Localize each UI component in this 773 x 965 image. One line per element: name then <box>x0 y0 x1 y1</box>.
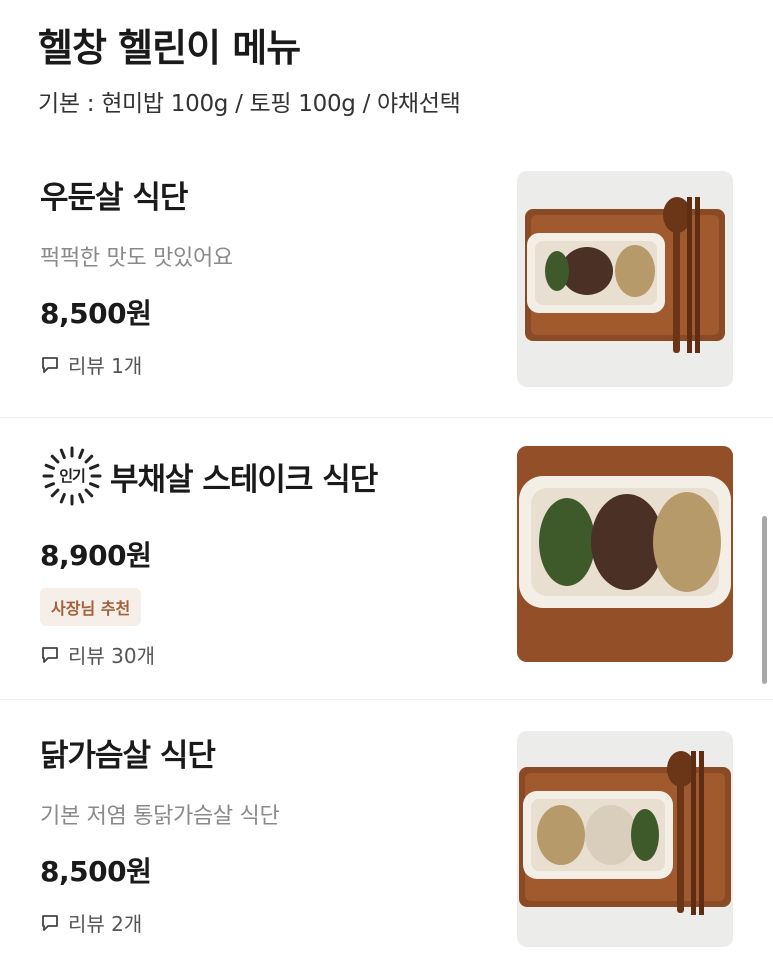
popular-badge: 인기 <box>40 444 104 508</box>
menu-item-photo[interactable] <box>517 731 733 947</box>
speech-bubble-icon <box>42 356 58 373</box>
page-subtitle: 기본 : 현미밥 100g / 토핑 100g / 야채선택 <box>38 91 461 117</box>
review-label: 리뷰 1개 <box>68 354 143 378</box>
menu-item-price: 8,500원 <box>40 297 152 330</box>
menu-item-price: 8,900원 <box>40 539 152 572</box>
review-label: 리뷰 2개 <box>68 912 143 936</box>
page-title: 헬창 헬린이 메뉴 <box>38 26 301 70</box>
menu-item-photo[interactable] <box>517 171 733 387</box>
review-count[interactable]: 리뷰 2개 <box>40 908 142 937</box>
menu-item-name: 우둔살 식단 <box>40 180 188 216</box>
menu-item-name: 부채살 스테이크 식단 <box>110 461 378 498</box>
menu-item-buchaesal[interactable]: 인기 부채살 스테이크 식단 8,900원 사장님 추천 리뷰 30개 <box>0 417 773 698</box>
menu-item-chicken-breast[interactable]: 닭가슴살 식단 기본 저염 통닭가슴살 식단 8,500원 리뷰 2개 <box>0 699 773 965</box>
menu-header: 헬창 헬린이 메뉴 기본 : 현미밥 100g / 토핑 100g / 야채선택 <box>38 22 461 118</box>
menu-item-description: 퍽퍽한 맛도 맛있어요 <box>40 246 233 271</box>
menu-item-name: 닭가슴살 식단 <box>40 738 216 774</box>
menu-item-photo[interactable] <box>517 446 733 662</box>
menu-item-price: 8,500원 <box>40 855 152 888</box>
review-label: 리뷰 30개 <box>68 644 156 668</box>
menu-item-udunsal[interactable]: 우둔살 식단 퍽퍽한 맛도 맛있어요 8,500원 리뷰 1개 <box>0 150 773 415</box>
review-count[interactable]: 리뷰 30개 <box>40 640 155 669</box>
speech-bubble-icon <box>42 914 58 931</box>
menu-item-description: 기본 저염 통닭가슴살 식단 <box>40 804 280 829</box>
popular-label: 인기 <box>59 467 86 485</box>
speech-bubble-icon <box>42 646 58 663</box>
owner-recommend-badge: 사장님 추천 <box>40 588 142 626</box>
scrollbar[interactable] <box>762 516 767 684</box>
review-count[interactable]: 리뷰 1개 <box>40 350 142 379</box>
